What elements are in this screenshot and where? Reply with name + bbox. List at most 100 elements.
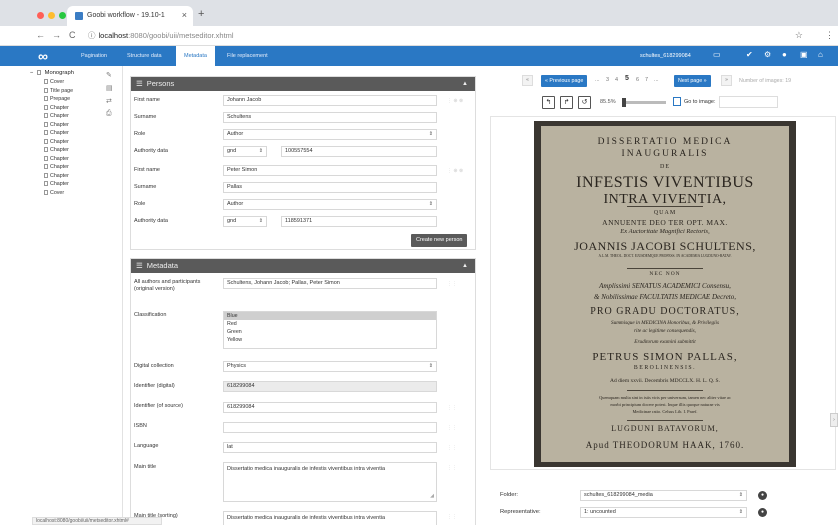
tree-item[interactable]: Chapter	[44, 181, 69, 187]
tab-file-replacement[interactable]: File replacement	[219, 46, 276, 66]
tree-root[interactable]: − Monograph	[30, 70, 74, 76]
circle-icon[interactable]: ●	[782, 50, 787, 59]
person-row-actions[interactable]: ⋮ ⊕ ⊗	[447, 98, 463, 104]
surname-field[interactable]: Schultens	[223, 112, 437, 123]
authority-source-select[interactable]: gnd ⇕	[223, 216, 267, 227]
collapse-icon[interactable]: −	[30, 70, 33, 76]
rotate-right-icon[interactable]: ↱	[560, 96, 573, 109]
authority-id-field[interactable]: 100557554	[281, 146, 437, 157]
tab-pagination[interactable]: Pagination	[73, 46, 115, 66]
folder-select[interactable]: schultes_618299084_media ⇕	[580, 490, 747, 501]
page-link-7[interactable]: 7	[645, 77, 648, 83]
tree-item[interactable]: Prepage	[44, 96, 70, 102]
home-icon[interactable]: ⌂	[818, 50, 823, 59]
next-page-button[interactable]: Next page »	[674, 75, 711, 87]
browser-menu-icon[interactable]: ⋮	[825, 30, 834, 41]
collapse-caret-icon[interactable]: ▲	[462, 77, 468, 91]
forward-icon[interactable]: →	[52, 30, 61, 40]
minimize-window-button[interactable]	[48, 12, 55, 19]
metadata-row-actions[interactable]: ⋮⋮	[447, 281, 457, 287]
reset-view-icon[interactable]: ↺	[578, 96, 591, 109]
back-icon[interactable]: ←	[36, 30, 45, 40]
gear-icon[interactable]: ⚙	[764, 50, 771, 59]
zoom-slider-handle[interactable]	[622, 98, 626, 107]
zoom-slider[interactable]	[622, 98, 666, 107]
save-icon[interactable]: ▣	[800, 50, 808, 59]
tree-item[interactable]: Chapter	[44, 104, 69, 111]
main-title-sorting-textarea[interactable]: Dissertatio medica inauguralis de infest…	[223, 511, 437, 525]
classification-option-blue[interactable]: Blue	[224, 312, 436, 320]
resize-handle-icon[interactable]: ◢	[430, 492, 434, 500]
maximize-window-button[interactable]	[59, 12, 66, 19]
classification-option-red[interactable]: Red	[224, 320, 436, 328]
tree-item[interactable]: Chapter	[44, 130, 69, 136]
persons-panel-header[interactable]: ☰ Persons ▲	[131, 77, 475, 91]
person-row-actions[interactable]: ⋮ ⊕ ⊗	[447, 168, 463, 174]
isbn-field[interactable]	[223, 422, 437, 433]
first-name-field[interactable]: Johann Jacob	[223, 95, 437, 106]
representative-select[interactable]: 1: uncounted ⇕	[580, 507, 747, 518]
tab-metadata[interactable]: Metadata	[176, 46, 215, 66]
image-canvas[interactable]: DISSERTATIO MEDICA INAUGURALIS DE INFESTIS …	[490, 116, 836, 470]
previous-page-button[interactable]: « Previous page	[541, 75, 588, 87]
role-select[interactable]: Author ⇕	[223, 199, 437, 210]
move-icon[interactable]: ⇄	[106, 97, 112, 105]
collapse-caret-icon[interactable]: ▲	[462, 259, 468, 273]
check-icon[interactable]: ✔	[746, 50, 753, 59]
tree-item[interactable]: Chapter	[44, 121, 69, 128]
create-new-person-button[interactable]: Create new person	[411, 234, 468, 247]
confirm-representative-icon[interactable]: ●	[758, 508, 767, 517]
identifier-source-field[interactable]: 618299084	[223, 402, 437, 413]
goobi-logo-icon[interactable]: ∞	[38, 48, 48, 64]
metadata-row-actions[interactable]: ⋮⋮	[447, 465, 457, 471]
close-window-button[interactable]	[37, 12, 44, 19]
digital-collection-select[interactable]: Physics ⇕	[223, 361, 437, 372]
surname-field[interactable]: Pallas	[223, 182, 437, 193]
first-name-field[interactable]: Peter Simon	[223, 165, 437, 176]
print-icon[interactable]: ⎙	[106, 110, 112, 118]
tree-item[interactable]: Cover	[44, 189, 64, 196]
list-icon[interactable]: ▤	[106, 84, 113, 92]
tree-item[interactable]: Chapter	[44, 164, 69, 170]
main-title-textarea[interactable]: Dissertatio medica inauguralis de infest…	[223, 462, 437, 502]
image-link-icon[interactable]: ▭	[713, 50, 721, 59]
metadata-row-actions[interactable]: ⋮⋮	[447, 405, 457, 411]
authority-id-field[interactable]: 118591371	[281, 216, 437, 227]
close-tab-icon[interactable]: ×	[182, 10, 187, 20]
tab-structure-data[interactable]: Structure data	[119, 46, 170, 66]
tree-item[interactable]: Chapter	[44, 113, 69, 119]
metadata-panel-header[interactable]: ☰ Metadata ▲	[131, 259, 475, 273]
edit-icon[interactable]: ✎	[106, 71, 112, 79]
authors-field[interactable]: Schultens, Johann Jacob; Pallas, Peter S…	[223, 278, 437, 289]
tree-item[interactable]: Chapter	[44, 155, 69, 162]
page-link-6[interactable]: 6	[636, 77, 639, 83]
role-select[interactable]: Author ⇕	[223, 129, 437, 140]
authority-source-select[interactable]: gnd ⇕	[223, 146, 267, 157]
page-link-4[interactable]: 4	[615, 77, 618, 83]
classification-option-green[interactable]: Green	[224, 328, 436, 336]
metadata-row-actions[interactable]: ⋮⋮	[447, 445, 457, 451]
go-to-image-input[interactable]	[719, 96, 778, 108]
tree-item[interactable]: Chapter	[44, 138, 69, 145]
page-link-3[interactable]: 3	[606, 77, 609, 83]
first-page-button[interactable]: «	[522, 75, 533, 86]
classification-option-yellow[interactable]: Yellow	[224, 336, 436, 344]
tree-item[interactable]: Title page	[44, 87, 73, 94]
column-divider[interactable]	[122, 66, 123, 525]
bookmark-star-icon[interactable]: ☆	[795, 30, 803, 41]
new-tab-icon[interactable]: +	[198, 8, 204, 20]
tree-item[interactable]: Chapter	[44, 172, 69, 179]
rotate-left-icon[interactable]: ↰	[542, 96, 555, 109]
classification-listbox[interactable]: Blue Red Green Yellow	[223, 311, 437, 349]
language-field[interactable]: lat	[223, 442, 437, 453]
site-info-icon[interactable]: ⓘ	[88, 31, 96, 40]
last-page-button[interactable]: »	[721, 75, 732, 86]
browser-tab[interactable]: Goobi workflow - 19.10-1 ×	[67, 6, 193, 26]
confirm-folder-icon[interactable]: ●	[758, 491, 767, 500]
url-field[interactable]: ⓘ localhost:8080/goobi/uii/metseditor.xht…	[88, 30, 788, 43]
tree-item[interactable]: Cover	[44, 79, 64, 85]
tree-item[interactable]: Chapter	[44, 147, 69, 153]
reload-icon[interactable]: C	[69, 30, 76, 40]
metadata-row-actions[interactable]: ⋮⋮	[447, 425, 457, 431]
side-panel-toggle-icon[interactable]: ›	[830, 413, 838, 427]
